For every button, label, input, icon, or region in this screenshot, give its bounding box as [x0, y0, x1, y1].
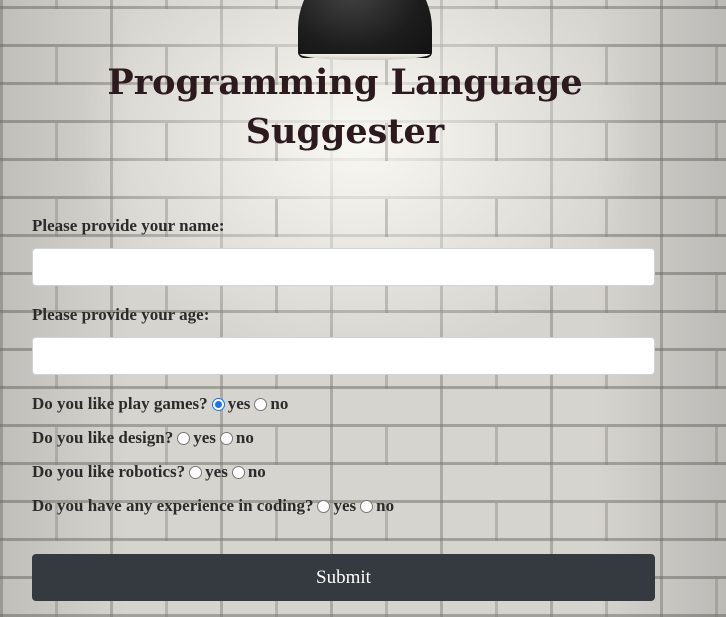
question-coding: Do you have any experience in coding? ye… — [32, 494, 655, 518]
question-robotics: Do you like robotics? yes no — [32, 460, 655, 484]
page-title: Programming Language Suggester — [107, 62, 583, 152]
design-no-radio[interactable] — [219, 431, 233, 445]
pendant-lamp-icon — [298, 0, 432, 60]
design-yes-radio[interactable] — [177, 431, 191, 445]
question-robotics-text: Do you like robotics? — [32, 462, 186, 481]
games-yes-radio[interactable] — [211, 397, 225, 411]
robotics-yes-radio[interactable] — [189, 465, 203, 479]
robotics-no-label[interactable]: no — [248, 462, 266, 482]
name-field-group: Please provide your name: — [32, 214, 655, 286]
games-no-radio[interactable] — [254, 397, 268, 411]
question-design: Do you like design? yes no — [32, 426, 655, 450]
age-field-group: Please provide your age: — [32, 303, 655, 375]
coding-yes-radio[interactable] — [317, 499, 331, 513]
age-input[interactable] — [32, 337, 655, 375]
games-yes-label[interactable]: yes — [228, 394, 251, 414]
name-input[interactable] — [32, 248, 655, 286]
question-coding-text: Do you have any experience in coding? — [32, 496, 314, 515]
coding-no-radio[interactable] — [360, 499, 374, 513]
name-label: Please provide your name: — [32, 216, 225, 235]
suggester-form: Please provide your name: Please provide… — [32, 214, 655, 528]
robotics-no-radio[interactable] — [231, 465, 245, 479]
question-games-text: Do you like play games? — [32, 394, 208, 413]
design-no-label[interactable]: no — [236, 428, 254, 448]
design-yes-label[interactable]: yes — [193, 428, 216, 448]
coding-no-label[interactable]: no — [376, 496, 394, 516]
coding-yes-label[interactable]: yes — [333, 496, 356, 516]
submit-button[interactable]: Submit — [32, 554, 655, 601]
games-no-label[interactable]: no — [270, 394, 288, 414]
age-label: Please provide your age: — [32, 305, 210, 324]
question-games: Do you like play games? yes no — [32, 392, 655, 416]
question-design-text: Do you like design? — [32, 428, 174, 447]
robotics-yes-label[interactable]: yes — [205, 462, 228, 482]
